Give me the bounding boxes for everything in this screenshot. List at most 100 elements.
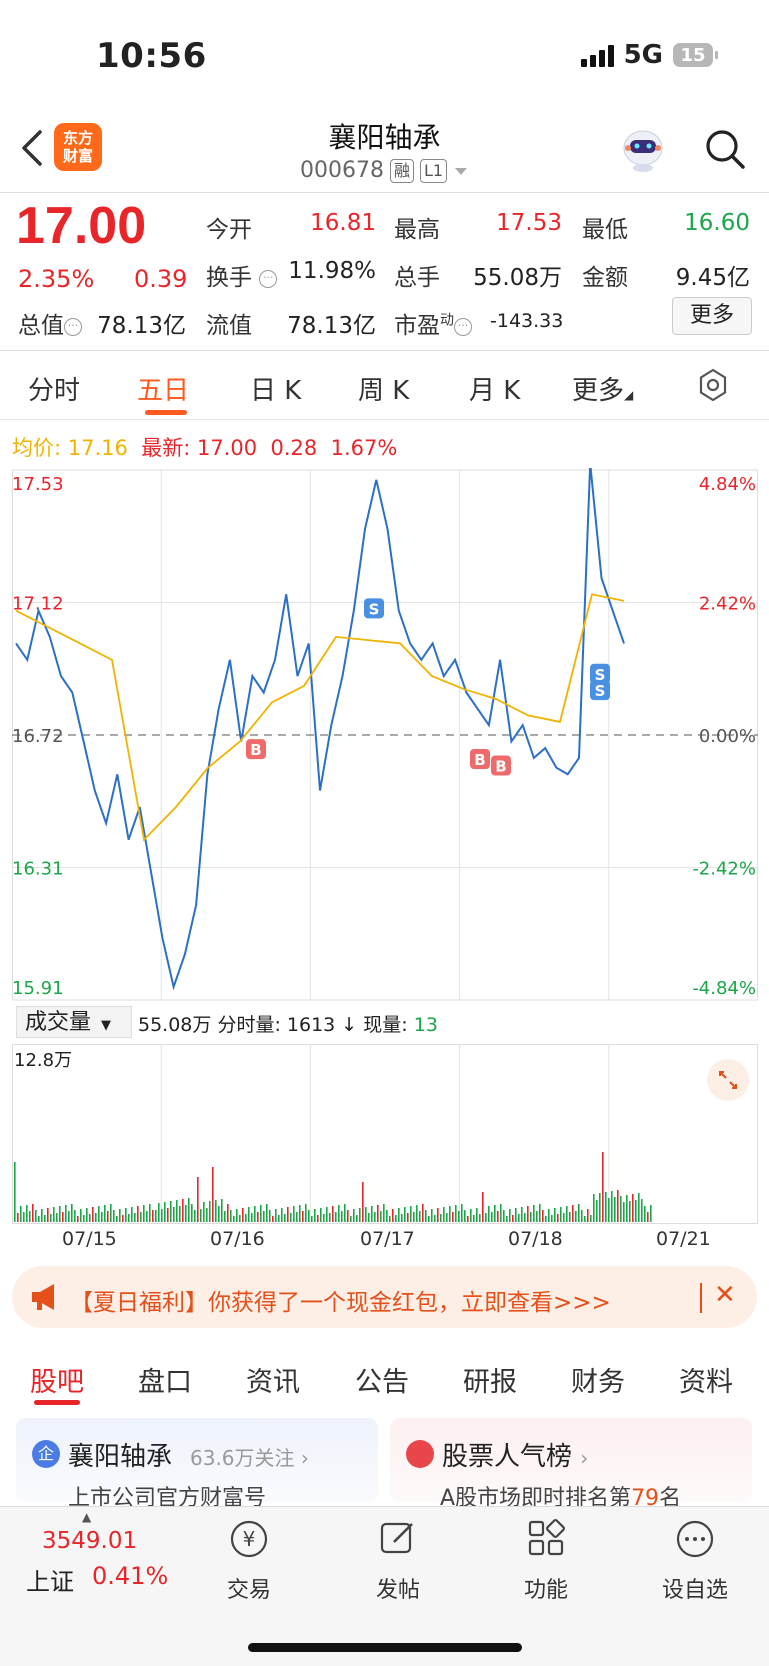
search-icon[interactable] <box>704 128 746 170</box>
volume-bar <box>80 1209 82 1222</box>
post-label[interactable]: 发帖 <box>348 1572 448 1604</box>
status-indicators: 5G 15 <box>580 40 718 70</box>
volume-bar <box>236 1209 238 1222</box>
volume-bar <box>365 1207 367 1222</box>
tab-pankou[interactable]: 盘口 <box>138 1360 192 1399</box>
dropdown-icon[interactable] <box>453 165 469 177</box>
high-label: 最高 <box>394 217 440 243</box>
pct-tick-label: -2.42% <box>692 859 756 880</box>
volume-bar <box>269 1210 271 1222</box>
robot-assistant-icon[interactable] <box>618 124 668 174</box>
functions-icon[interactable] <box>526 1518 566 1558</box>
post-icon[interactable] <box>378 1518 418 1558</box>
more-button[interactable]: 更多 <box>672 297 752 335</box>
tick-volume-label: 分时量: <box>217 1014 281 1036</box>
trade-icon[interactable]: ¥ <box>228 1518 270 1560</box>
tab-intraday[interactable]: 分时 <box>28 370 80 407</box>
info-icon[interactable]: ··· <box>454 317 472 336</box>
volume-bar <box>56 1213 58 1222</box>
volume-bar <box>362 1182 364 1222</box>
volume-bar <box>446 1213 448 1222</box>
volume-bar <box>29 1211 31 1222</box>
volume-bar <box>341 1211 343 1222</box>
turnover-label-text: 换手 <box>206 265 252 291</box>
pe-value: -143.33 <box>490 310 564 332</box>
network-type: 5G <box>623 40 663 70</box>
volume-bar <box>452 1212 454 1222</box>
volume-selector[interactable]: 成交量 ▼ <box>16 1006 132 1038</box>
change-amount: 0.39 <box>134 265 188 293</box>
y-tick-label: 17.53 <box>12 474 64 495</box>
tab-more-label: 更多 <box>572 376 625 406</box>
company-icon: 企 <box>32 1440 60 1468</box>
expand-icon[interactable] <box>706 1058 750 1102</box>
tab-announcement[interactable]: 公告 <box>355 1360 409 1399</box>
volume-bar <box>503 1210 505 1222</box>
low-label: 最低 <box>582 217 628 243</box>
volume-bar <box>239 1215 241 1222</box>
price-chart[interactable]: 17.53 4.84%17.12 2.42%16.72 0.00%16.31 -2.42… <box>12 468 758 1002</box>
tab-five-day[interactable]: 五日 <box>137 370 189 407</box>
tab-weekly-k[interactable]: 周 K <box>358 370 409 407</box>
tab-research[interactable]: 研报 <box>463 1360 517 1399</box>
volume-bar <box>248 1207 250 1222</box>
pct-tick-label: -4.84% <box>692 978 756 999</box>
volume-bar <box>242 1208 244 1222</box>
volume-bar <box>641 1199 643 1222</box>
settings-gear-icon[interactable] <box>696 368 730 402</box>
volume-bar <box>59 1206 61 1222</box>
volume-bar <box>554 1208 556 1222</box>
volume-bar <box>428 1216 430 1222</box>
index-value[interactable]: 3549.01 <box>42 1528 137 1554</box>
amount-label: 金额 <box>582 265 628 291</box>
volume-bar <box>437 1208 439 1222</box>
index-name: 上证 <box>26 1568 74 1596</box>
close-icon[interactable]: ✕ <box>714 1280 736 1310</box>
volume-bar <box>548 1209 550 1222</box>
tab-news[interactable]: 资讯 <box>246 1360 300 1399</box>
volume-bar <box>149 1204 151 1222</box>
volume-bar <box>431 1209 433 1222</box>
volume-bar <box>41 1209 43 1222</box>
marker-label: B <box>495 758 506 776</box>
popularity-title-text: 股票人气榜 <box>442 1442 573 1472</box>
volume-bar <box>401 1214 403 1222</box>
volume-bar <box>488 1206 490 1222</box>
volume-bar <box>17 1213 19 1222</box>
trade-label[interactable]: 交易 <box>199 1572 299 1604</box>
volume-bar <box>44 1215 46 1222</box>
functions-label[interactable]: 功能 <box>496 1572 596 1604</box>
float-value: 78.13亿 <box>287 313 376 339</box>
volume-bar <box>635 1200 637 1222</box>
add-watchlist-icon[interactable] <box>674 1518 716 1560</box>
volume-bar <box>596 1200 598 1222</box>
volume-bar <box>296 1212 298 1222</box>
tab-guba[interactable]: 股吧 <box>30 1360 84 1399</box>
volume-bar <box>320 1208 322 1222</box>
popularity-title: 股票人气榜 › <box>442 1442 589 1472</box>
volume-bar <box>119 1209 121 1222</box>
divider <box>0 419 769 420</box>
tab-profile[interactable]: 资料 <box>679 1360 733 1399</box>
volume-bar <box>539 1204 541 1222</box>
volume-bar <box>578 1204 580 1222</box>
banner-text[interactable]: 【夏日福利】你获得了一个现金红包，立即查看>>> <box>70 1283 611 1317</box>
volume-bar <box>617 1190 619 1222</box>
volume-bar <box>209 1201 211 1222</box>
volume-bar <box>317 1215 319 1222</box>
volume-bar <box>473 1215 475 1222</box>
volume-bar <box>260 1205 262 1222</box>
info-icon[interactable]: ··· <box>259 269 278 288</box>
volume-chart[interactable] <box>12 1044 758 1224</box>
volume-bar <box>233 1216 235 1222</box>
tab-monthly-k[interactable]: 月 K <box>469 370 520 407</box>
info-icon[interactable]: ··· <box>64 317 82 336</box>
marker-label: B <box>250 741 261 759</box>
volume-bar <box>92 1207 94 1222</box>
volume-bar <box>203 1202 205 1222</box>
tab-daily-k[interactable]: 日 K <box>250 370 301 407</box>
tab-more[interactable]: 更多◢ <box>572 370 633 407</box>
tab-finance[interactable]: 财务 <box>571 1360 625 1399</box>
add-watchlist-label[interactable]: 设自选 <box>645 1572 745 1604</box>
volume-bar <box>146 1211 148 1222</box>
